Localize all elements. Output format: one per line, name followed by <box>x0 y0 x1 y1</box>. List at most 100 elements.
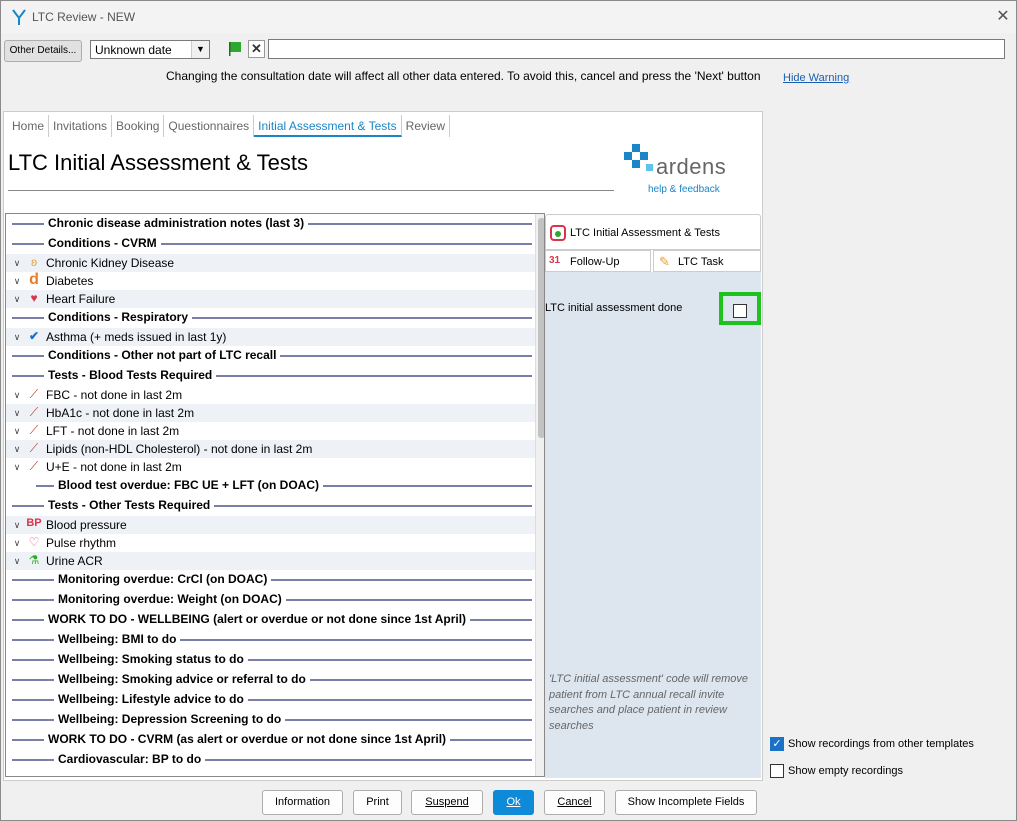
tab-invitations[interactable]: Invitations <box>49 115 113 137</box>
ltc-review-window: LTC Review - NEW ✕ Other Details... Unkn… <box>0 0 1017 821</box>
chevron-down-icon[interactable]: ∨ <box>10 556 24 567</box>
tab-home[interactable]: Home <box>8 115 50 137</box>
assessment-done-row: LTC initial assessment done <box>545 292 761 325</box>
list-item-heart-failure[interactable]: ∨ ♥ Heart Failure <box>6 290 544 308</box>
tab-review[interactable]: Review <box>402 115 451 137</box>
list-item-ckd[interactable]: ∨ ʚ Chronic Kidney Disease <box>6 254 544 272</box>
section-wtd-wellbeing[interactable]: WORK TO DO - WELLBEING (alert or overdue… <box>6 610 544 630</box>
section-cvrm[interactable]: Conditions - CVRM <box>6 234 544 254</box>
list-scrollbar[interactable] <box>535 214 544 776</box>
highlight-box <box>719 292 761 325</box>
clear-icon[interactable]: ✕ <box>248 40 265 58</box>
cancel-button[interactable]: Cancel <box>544 790 605 815</box>
section-cardio-bp[interactable]: Cardiovascular: BP to do <box>6 750 544 770</box>
hide-warning-link[interactable]: Hide Warning <box>783 72 849 84</box>
show-incomplete-fields-button[interactable]: Show Incomplete Fields <box>615 790 757 815</box>
list-item-lipids[interactable]: ∨ ⟋ Lipids (non-HDL Cholesterol) - not don… <box>6 440 544 458</box>
show-empty-recordings-checkbox[interactable] <box>770 764 784 778</box>
section-blood-overdue[interactable]: Blood test overdue: FBC UE + LFT (on DOA… <box>6 476 544 496</box>
section-other-conditions[interactable]: Conditions - Other not part of LTC recal… <box>6 346 544 366</box>
section-weight[interactable]: Monitoring overdue: Weight (on DOAC) <box>6 590 544 610</box>
ok-button[interactable]: Ok <box>493 790 534 815</box>
print-button[interactable]: Print <box>353 790 402 815</box>
flag-icon[interactable] <box>229 42 243 56</box>
suspend-button[interactable]: Suspend <box>411 790 483 815</box>
section-label: Monitoring overdue: CrCl (on DOAC) <box>54 572 272 586</box>
section-blood-tests[interactable]: Tests - Blood Tests Required <box>6 366 544 386</box>
side-tab-label: LTC Initial Assessment & Tests <box>570 227 720 239</box>
tab-initial-assessment[interactable]: Initial Assessment & Tests <box>254 115 402 137</box>
help-feedback-link[interactable]: help & feedback <box>648 184 720 195</box>
tab-questionnaires[interactable]: Questionnaires <box>164 115 255 137</box>
list-item-blood-pressure[interactable]: ∨ BP Blood pressure <box>6 516 544 534</box>
chevron-down-icon[interactable]: ∨ <box>10 408 24 419</box>
tab-booking[interactable]: Booking <box>112 115 165 137</box>
section-label: WORK TO DO - CVRM (as alert or overdue o… <box>44 732 451 746</box>
test-tube-icon: ⟋ <box>29 387 39 401</box>
section-label: WORK TO DO - WELLBEING (alert or overdue… <box>44 612 471 626</box>
list-item-urine-acr[interactable]: ∨ ⚗ Urine ACR <box>6 552 544 570</box>
list-item-lft[interactable]: ∨ ⟋ LFT - not done in last 2m <box>6 422 544 440</box>
item-label: HbA1c - not done in last 2m <box>46 406 195 420</box>
section-other-tests[interactable]: Tests - Other Tests Required <box>6 496 544 516</box>
scrollbar-thumb[interactable] <box>538 218 544 438</box>
section-label: Conditions - Other not part of LTC recal… <box>44 348 281 362</box>
information-button[interactable]: Information <box>262 790 343 815</box>
ardens-logo-icon[interactable] <box>624 144 654 176</box>
window-title: LTC Review - NEW <box>32 10 136 24</box>
section-depression[interactable]: Wellbeing: Depression Screening to do <box>6 710 544 730</box>
chevron-down-icon[interactable]: ∨ <box>10 520 24 531</box>
item-label: Asthma (+ meds issued in last 1y) <box>46 330 227 344</box>
section-smoking-advice[interactable]: Wellbeing: Smoking advice or referral to… <box>6 670 544 690</box>
side-tab-ltc-task[interactable]: ✎ LTC Task <box>653 250 761 272</box>
section-wtd-cvrm[interactable]: WORK TO DO - CVRM (as alert or overdue o… <box>6 730 544 750</box>
item-label: Lipids (non-HDL Cholesterol) - not done … <box>46 442 313 456</box>
chevron-down-icon[interactable]: ▼ <box>191 41 209 58</box>
section-label: Wellbeing: Smoking status to do <box>54 652 248 666</box>
side-tab-assessment[interactable]: LTC Initial Assessment & Tests <box>545 214 761 250</box>
section-label: Tests - Other Tests Required <box>44 498 215 512</box>
chevron-down-icon[interactable]: ∨ <box>10 294 24 305</box>
checkmark-icon: ✔ <box>28 329 40 343</box>
assessment-done-label: LTC initial assessment done <box>545 302 683 314</box>
consultation-notes-input[interactable] <box>268 39 1005 59</box>
chevron-down-icon[interactable]: ∨ <box>10 276 24 287</box>
list-item-hba1c[interactable]: ∨ ⟋ HbA1c - not done in last 2m <box>6 404 544 422</box>
chevron-down-icon[interactable]: ∨ <box>10 462 24 473</box>
item-label: Heart Failure <box>46 292 116 306</box>
section-bmi[interactable]: Wellbeing: BMI to do <box>6 630 544 650</box>
consultation-date-select[interactable]: Unknown date ▼ <box>90 40 210 59</box>
section-lifestyle[interactable]: Wellbeing: Lifestyle advice to do <box>6 690 544 710</box>
item-label: Urine ACR <box>46 554 103 568</box>
item-label: Pulse rhythm <box>46 536 117 550</box>
list-item-pulse[interactable]: ∨ ♡ Pulse rhythm <box>6 534 544 552</box>
side-tab-label: LTC Task <box>678 256 724 268</box>
bp-icon: BP <box>26 517 42 529</box>
item-label: LFT - not done in last 2m <box>46 424 180 438</box>
section-crcl[interactable]: Monitoring overdue: CrCl (on DOAC) <box>6 570 544 590</box>
app-logo-icon <box>12 9 26 25</box>
close-icon[interactable]: ✕ <box>993 7 1013 27</box>
list-item-asthma[interactable]: ∨ ✔ Asthma (+ meds issued in last 1y) <box>6 328 544 346</box>
chevron-down-icon[interactable]: ∨ <box>10 390 24 401</box>
chevron-down-icon[interactable]: ∨ <box>10 258 24 269</box>
section-admin-notes[interactable]: Chronic disease administration notes (la… <box>6 214 544 234</box>
side-tab-follow-up[interactable]: 31 Follow-Up <box>545 250 651 272</box>
show-other-recordings-checkbox[interactable]: ✓ <box>770 737 784 751</box>
section-label: Wellbeing: Lifestyle advice to do <box>54 692 248 706</box>
assessment-done-checkbox[interactable] <box>733 304 747 318</box>
section-label: Conditions - CVRM <box>44 236 161 250</box>
chevron-down-icon[interactable]: ∨ <box>10 426 24 437</box>
chevron-down-icon[interactable]: ∨ <box>10 444 24 455</box>
ardens-logo-text: ardens <box>656 154 727 179</box>
section-label: Chronic disease administration notes (la… <box>44 216 309 230</box>
template-panel: Home Invitations Booking Questionnaires … <box>3 111 763 781</box>
chevron-down-icon[interactable]: ∨ <box>10 538 24 549</box>
list-item-ue[interactable]: ∨ ⟋ U+E - not done in last 2m <box>6 458 544 476</box>
other-details-button[interactable]: Other Details... <box>4 40 82 62</box>
list-item-fbc[interactable]: ∨ ⟋ FBC - not done in last 2m <box>6 386 544 404</box>
list-item-diabetes[interactable]: ∨ d Diabetes <box>6 272 544 290</box>
section-smoking-status[interactable]: Wellbeing: Smoking status to do <box>6 650 544 670</box>
section-respiratory[interactable]: Conditions - Respiratory <box>6 308 544 328</box>
chevron-down-icon[interactable]: ∨ <box>10 332 24 343</box>
